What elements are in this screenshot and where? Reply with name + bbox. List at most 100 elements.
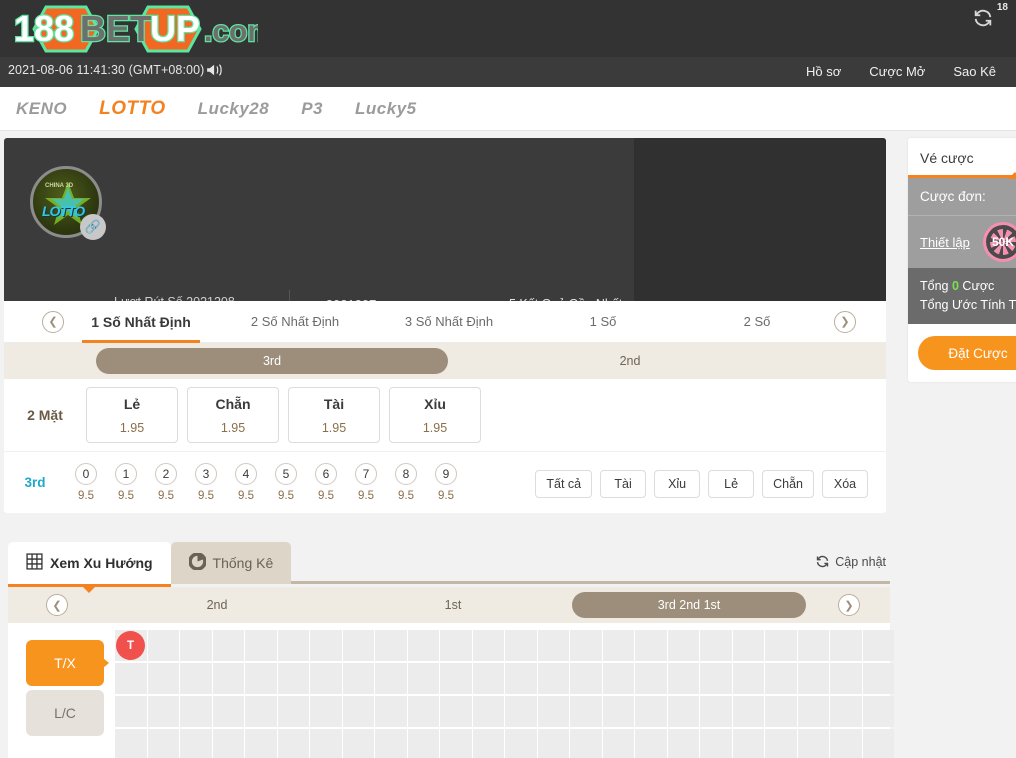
trend-grid-cell[interactable]	[212, 630, 244, 661]
site-logo[interactable]: 188 BET UP .com	[8, 4, 258, 54]
number-cell-9[interactable]: 9 9.5	[426, 463, 466, 502]
trend-grid-cell[interactable]	[342, 663, 374, 694]
trend-next-icon[interactable]: ❯	[838, 594, 860, 616]
trend-grid-cell[interactable]	[407, 729, 439, 758]
place-bet-button[interactable]: Đặt Cược	[918, 336, 1016, 370]
update-button[interactable]: Cập nhật	[815, 554, 886, 569]
trend-grid-cell[interactable]	[245, 696, 277, 727]
trend-grid-cell[interactable]	[505, 696, 537, 727]
trend-grid-cell[interactable]	[635, 696, 667, 727]
trend-grid-cell[interactable]	[147, 696, 179, 727]
tab-1-so[interactable]: 1 Số	[526, 301, 680, 343]
quick-select-all[interactable]: Tất cả	[535, 470, 593, 498]
trend-grid-cell[interactable]	[732, 663, 764, 694]
trend-grid-cell[interactable]	[310, 696, 342, 727]
trend-grid-cell[interactable]	[277, 663, 309, 694]
trend-grid-cell[interactable]	[765, 630, 797, 661]
trend-grid-cell[interactable]	[245, 663, 277, 694]
trend-grid-cell[interactable]	[505, 630, 537, 661]
trend-mode-lc[interactable]: L/C	[26, 690, 104, 736]
trend-grid-cell[interactable]	[180, 663, 212, 694]
number-cell-1[interactable]: 1 9.5	[106, 463, 146, 502]
trend-grid-cell[interactable]	[570, 663, 602, 694]
setup-link[interactable]: Thiết lập	[920, 235, 970, 250]
trend-mode-tx[interactable]: T/X	[26, 640, 109, 686]
trend-grid-cell[interactable]	[277, 696, 309, 727]
position-pill-3rd[interactable]: 3rd	[96, 348, 448, 374]
trend-grid-cell[interactable]	[667, 696, 699, 727]
trend-grid-cell[interactable]	[537, 729, 569, 758]
chevron-right-icon[interactable]: ❯	[834, 310, 856, 333]
trend-grid-cell[interactable]	[472, 729, 504, 758]
trend-grid-cell[interactable]	[375, 630, 407, 661]
trend-grid-cell[interactable]	[862, 663, 894, 694]
trend-grid-cell[interactable]	[147, 630, 179, 661]
nav-item-lotto[interactable]: LOTTO	[83, 98, 182, 120]
trend-grid-cell[interactable]	[635, 630, 667, 661]
trend-grid-cell[interactable]	[212, 696, 244, 727]
trend-grid-cell[interactable]	[570, 696, 602, 727]
number-cell-4[interactable]: 4 9.5	[226, 463, 266, 502]
trend-grid-cell[interactable]	[732, 729, 764, 758]
trend-grid-cell[interactable]	[440, 729, 472, 758]
refresh-button[interactable]: 18	[972, 2, 1008, 30]
trend-grid-cell[interactable]	[797, 630, 829, 661]
trend-grid-cell[interactable]	[765, 729, 797, 758]
trend-grid-cell[interactable]	[180, 630, 212, 661]
bet-option-le[interactable]: Lẻ 1.95	[86, 387, 178, 443]
bet-option-tai[interactable]: Tài 1.95	[288, 387, 380, 443]
trend-grid-cell[interactable]	[115, 696, 147, 727]
trend-grid-cell[interactable]	[602, 696, 634, 727]
number-cell-5[interactable]: 5 9.5	[266, 463, 306, 502]
megaphone-icon[interactable]	[206, 63, 224, 80]
trend-grid-cell[interactable]	[635, 729, 667, 758]
trend-grid-cell[interactable]	[115, 663, 147, 694]
trend-grid-cell[interactable]	[570, 729, 602, 758]
trend-grid-cell[interactable]	[602, 729, 634, 758]
trend-grid-cell[interactable]	[147, 729, 179, 758]
trend-grid-cell[interactable]: T	[115, 630, 147, 661]
trend-grid-cell[interactable]	[310, 630, 342, 661]
chevron-left-icon[interactable]: ❮	[42, 310, 64, 333]
trend-grid-cell[interactable]	[440, 630, 472, 661]
trend-grid-cell[interactable]	[862, 630, 894, 661]
nav-item-keno[interactable]: KENO	[0, 99, 83, 119]
trend-grid-cell[interactable]	[375, 696, 407, 727]
link-sao-ke[interactable]: Sao Kê	[939, 57, 1010, 87]
trend-grid-cell[interactable]	[797, 696, 829, 727]
trend-grid-cell[interactable]	[700, 663, 732, 694]
bet-option-chan[interactable]: Chẵn 1.95	[187, 387, 279, 443]
trend-grid-cell[interactable]	[602, 630, 634, 661]
nav-item-lucky28[interactable]: Lucky28	[182, 99, 286, 119]
trend-grid-cell[interactable]	[862, 696, 894, 727]
link-icon[interactable]: 🔗	[80, 214, 106, 240]
trend-grid-cell[interactable]	[797, 729, 829, 758]
trend-grid-cell[interactable]	[765, 663, 797, 694]
chip-50k[interactable]: 50K	[983, 222, 1016, 262]
trend-grid-cell[interactable]	[440, 696, 472, 727]
nav-item-p3[interactable]: P3	[285, 99, 339, 119]
number-cell-6[interactable]: 6 9.5	[306, 463, 346, 502]
trend-grid-cell[interactable]	[180, 696, 212, 727]
number-cell-3[interactable]: 3 9.5	[186, 463, 226, 502]
trend-grid-cell[interactable]	[700, 696, 732, 727]
trend-grid-cell[interactable]	[407, 696, 439, 727]
trend-grid-cell[interactable]	[537, 696, 569, 727]
trend-grid-cell[interactable]	[212, 663, 244, 694]
trend-grid-cell[interactable]	[375, 729, 407, 758]
quick-select-le[interactable]: Lẻ	[708, 470, 755, 498]
trend-pill-2nd[interactable]: 2nd	[100, 592, 334, 618]
trend-grid-cell[interactable]	[212, 729, 244, 758]
bet-option-xiu[interactable]: Xỉu 1.95	[389, 387, 481, 443]
trend-grid-cell[interactable]	[830, 663, 862, 694]
trend-grid-cell[interactable]	[830, 729, 862, 758]
trend-grid-cell[interactable]	[342, 630, 374, 661]
trend-grid-cell[interactable]	[602, 663, 634, 694]
trend-grid-cell[interactable]	[245, 630, 277, 661]
tab-xem-xu-huong[interactable]: Xem Xu Hướng	[8, 542, 171, 593]
trend-grid-cell[interactable]	[342, 729, 374, 758]
tab-thong-ke[interactable]: Thống Kê	[170, 542, 292, 584]
trend-prev-icon[interactable]: ❮	[46, 594, 68, 616]
trend-grid-cell[interactable]	[245, 729, 277, 758]
quick-select-chan[interactable]: Chẵn	[762, 470, 814, 498]
